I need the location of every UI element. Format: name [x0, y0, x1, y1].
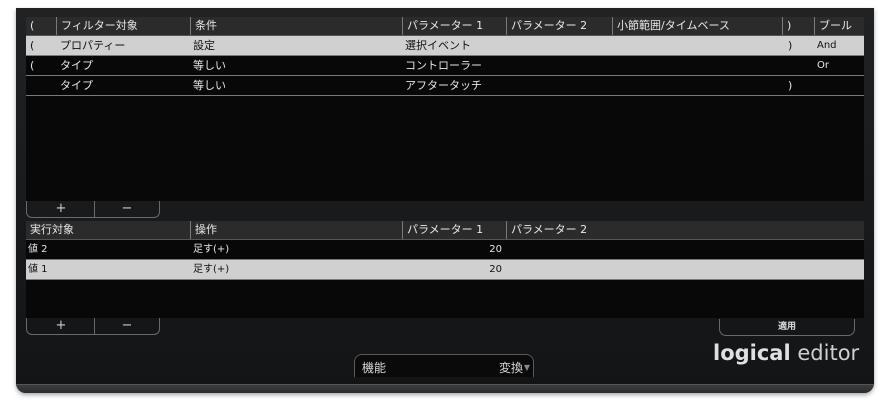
cell-open-paren[interactable]: ( [30, 36, 34, 55]
logo-light-text: editor [797, 341, 860, 365]
filter-col-param2[interactable]: パラメーター 2 [506, 17, 612, 35]
action-remove-button[interactable]: − [94, 318, 160, 335]
function-value[interactable]: 変換 [499, 359, 523, 376]
cell-bool[interactable]: Or [817, 56, 829, 75]
action-row[interactable]: 値 1 足す(+) 20 [26, 260, 864, 280]
action-add-button[interactable]: + [26, 318, 95, 335]
action-table-header: 実行対象 操作 パラメーター 1 パラメーター 2 [26, 221, 864, 240]
filter-remove-button[interactable]: − [94, 201, 160, 218]
cell-condition[interactable]: 設定 [193, 36, 215, 55]
filter-table-header: ( フィルター対象 条件 パラメーター 1 パラメーター 2 小節範囲/タイムベ… [26, 17, 864, 36]
cell-param1[interactable]: 選択イベント [405, 36, 471, 55]
action-col-param2[interactable]: パラメーター 2 [506, 221, 864, 239]
apply-button[interactable]: 適用 [719, 319, 855, 336]
filter-col-param1[interactable]: パラメーター 1 [402, 17, 506, 35]
logical-editor-logo: logical editor [713, 341, 859, 365]
cell-param1[interactable]: アフタータッチ [405, 76, 482, 95]
cell-condition[interactable]: 等しい [193, 56, 226, 75]
filter-col-open-paren[interactable]: ( [26, 17, 56, 35]
filter-row[interactable]: ( プロパティー 設定 選択イベント ) And [26, 36, 864, 56]
filter-row[interactable]: タイプ 等しい アフタータッチ ) [26, 76, 864, 96]
filter-col-condition[interactable]: 条件 [190, 17, 402, 35]
function-selector[interactable]: 機能 変換 ▼ [354, 354, 534, 377]
chevron-down-icon[interactable]: ▼ [524, 363, 530, 372]
cell-operation[interactable]: 足す(+) [193, 260, 229, 279]
filter-col-range[interactable]: 小節範囲/タイムベース [612, 17, 782, 35]
cell-param1[interactable]: 20 [402, 240, 502, 259]
filter-table: ( フィルター対象 条件 パラメーター 1 パラメーター 2 小節範囲/タイムベ… [26, 17, 864, 201]
action-col-param1[interactable]: パラメーター 1 [402, 221, 506, 239]
filter-col-bool[interactable]: ブール [814, 17, 864, 35]
logo-bold-text: logical [713, 341, 791, 365]
cell-bool[interactable]: And [817, 36, 837, 55]
action-col-operation[interactable]: 操作 [190, 221, 402, 239]
cell-operation[interactable]: 足す(+) [193, 240, 229, 259]
action-col-target[interactable]: 実行対象 [26, 221, 190, 239]
cell-param1[interactable]: コントローラー [405, 56, 482, 75]
action-table: 実行対象 操作 パラメーター 1 パラメーター 2 値 2 足す(+) 20 値… [26, 221, 864, 318]
cell-target[interactable]: タイプ [60, 76, 93, 95]
cell-target[interactable]: プロパティー [60, 36, 125, 55]
filter-col-close-paren[interactable]: ) [782, 17, 814, 35]
filter-add-remove-bar: + − [26, 201, 176, 218]
cell-close-paren[interactable]: ) [788, 36, 792, 55]
cell-param1[interactable]: 20 [402, 260, 502, 279]
filter-row[interactable]: ( タイプ 等しい コントローラー Or [26, 56, 864, 76]
function-label: 機能 [362, 361, 387, 375]
filter-add-button[interactable]: + [26, 201, 95, 218]
action-add-remove-bar: + − [26, 318, 176, 335]
filter-col-target[interactable]: フィルター対象 [56, 17, 190, 35]
cell-target[interactable]: 値 1 [28, 260, 48, 279]
cell-target[interactable]: 値 2 [28, 240, 48, 259]
action-row[interactable]: 値 2 足す(+) 20 [26, 240, 864, 260]
cell-close-paren[interactable]: ) [788, 76, 792, 95]
cell-open-paren[interactable]: ( [30, 56, 34, 75]
logical-editor-window: ( フィルター対象 条件 パラメーター 1 パラメーター 2 小節範囲/タイムベ… [16, 8, 874, 393]
cell-condition[interactable]: 等しい [193, 76, 226, 95]
cell-target[interactable]: タイプ [60, 56, 93, 75]
